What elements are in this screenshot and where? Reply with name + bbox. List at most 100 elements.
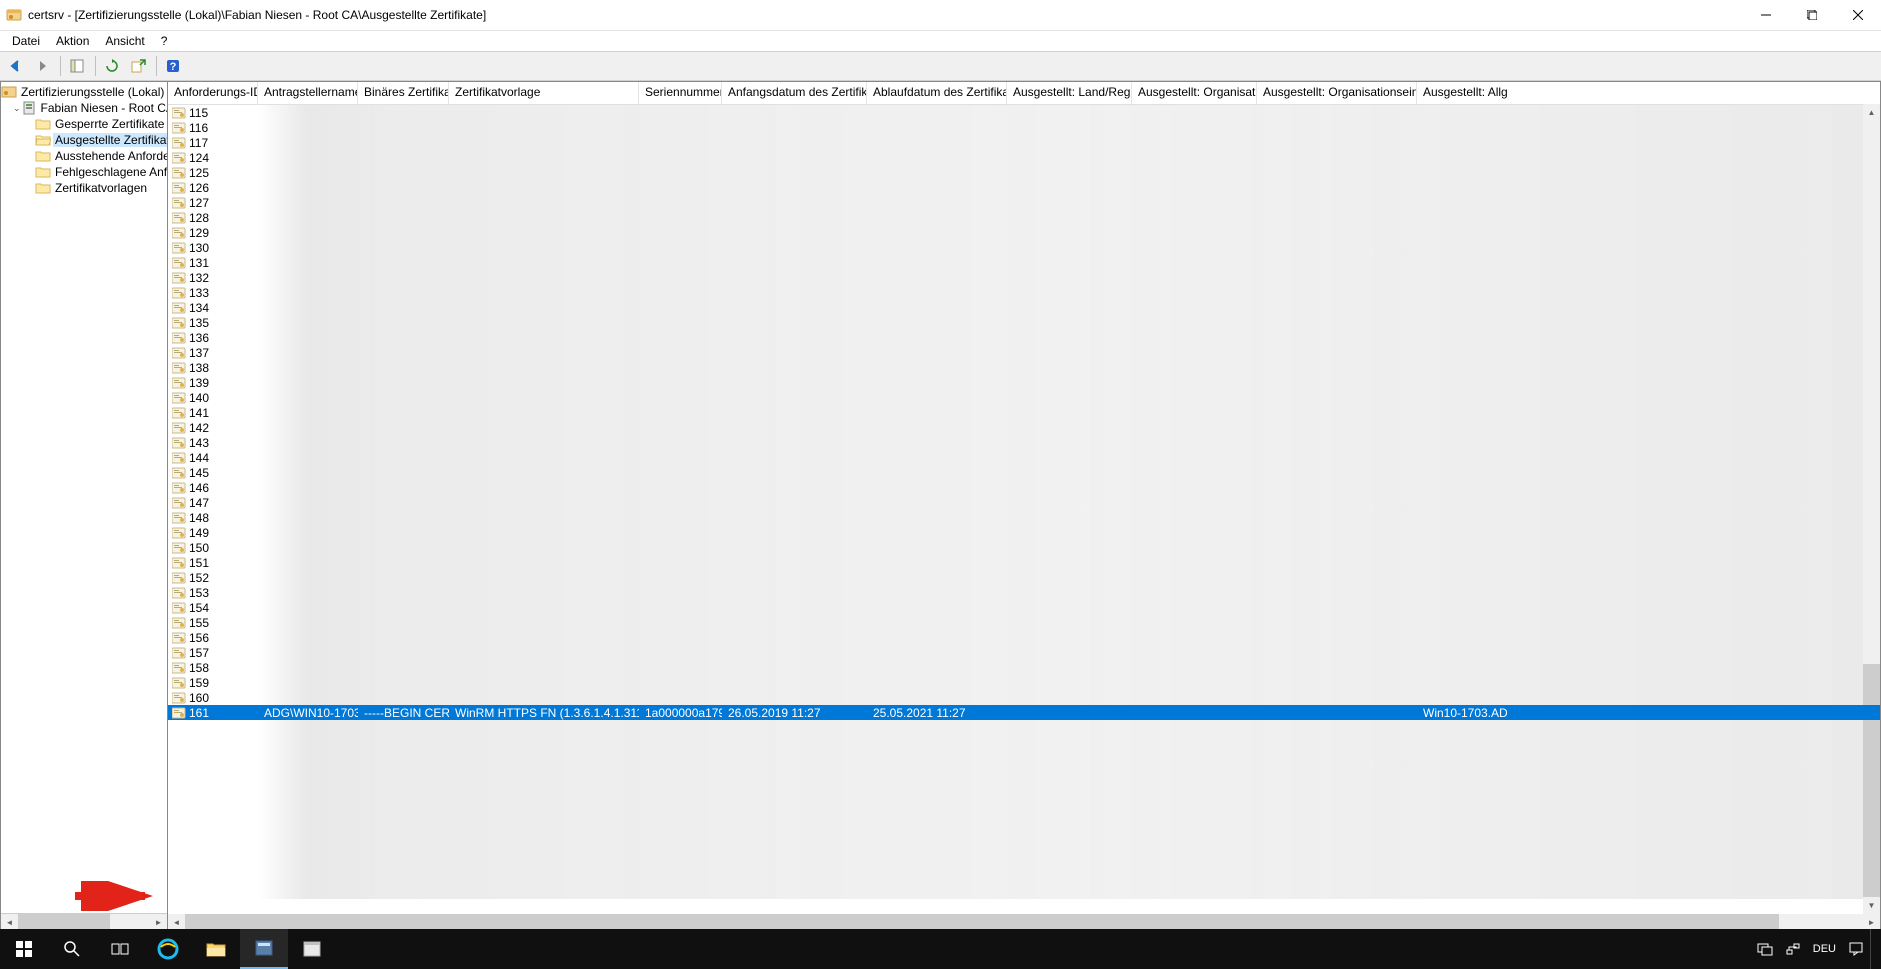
- table-row[interactable]: 147: [168, 495, 1880, 510]
- cell-request-id: 152: [168, 571, 258, 585]
- search-button[interactable]: [48, 929, 96, 969]
- maximize-button[interactable]: [1789, 0, 1835, 30]
- table-row[interactable]: 139: [168, 375, 1880, 390]
- table-row[interactable]: 159: [168, 675, 1880, 690]
- column-header[interactable]: Ablaufdatum des Zertifikats: [867, 82, 1007, 104]
- table-row[interactable]: 129: [168, 225, 1880, 240]
- table-row[interactable]: 140: [168, 390, 1880, 405]
- table-row[interactable]: 117: [168, 135, 1880, 150]
- menu-help[interactable]: ?: [153, 32, 176, 50]
- table-row[interactable]: 128: [168, 210, 1880, 225]
- table-row[interactable]: 131: [168, 255, 1880, 270]
- twisty-icon[interactable]: ⌄: [13, 103, 21, 114]
- table-row[interactable]: 127: [168, 195, 1880, 210]
- column-header[interactable]: Anfangsdatum des Zertifikats: [722, 82, 867, 104]
- table-row[interactable]: 130: [168, 240, 1880, 255]
- column-header[interactable]: Antragstellername: [258, 82, 358, 104]
- table-row[interactable]: 134: [168, 300, 1880, 315]
- table-row[interactable]: 143: [168, 435, 1880, 450]
- certificate-icon: [172, 617, 186, 629]
- table-row[interactable]: 158: [168, 660, 1880, 675]
- table-row[interactable]: 133: [168, 285, 1880, 300]
- table-row[interactable]: 137: [168, 345, 1880, 360]
- table-row[interactable]: 146: [168, 480, 1880, 495]
- column-header[interactable]: Binäres Zertifikat: [358, 82, 449, 104]
- table-row[interactable]: 115: [168, 105, 1880, 120]
- certificate-icon: [172, 482, 186, 494]
- table-row[interactable]: 157: [168, 645, 1880, 660]
- export-list-button[interactable]: [126, 54, 150, 78]
- table-row[interactable]: 148: [168, 510, 1880, 525]
- column-header[interactable]: Ausgestellt: Allge: [1417, 82, 1507, 104]
- table-row[interactable]: 155: [168, 615, 1880, 630]
- column-header[interactable]: Zertifikatvorlage: [449, 82, 639, 104]
- table-row[interactable]: 124: [168, 150, 1880, 165]
- refresh-button[interactable]: [100, 54, 124, 78]
- table-row[interactable]: 125: [168, 165, 1880, 180]
- task-view-button[interactable]: [96, 929, 144, 969]
- menu-file[interactable]: Datei: [4, 32, 48, 50]
- tree-node-issued[interactable]: Ausgestellte Zertifikate: [1, 132, 167, 148]
- certificate-icon: [172, 527, 186, 539]
- cell-request-id: 157: [168, 646, 258, 660]
- table-row[interactable]: 116: [168, 120, 1880, 135]
- column-header[interactable]: Anforderungs-ID: [168, 82, 258, 104]
- taskbar-ie[interactable]: [144, 929, 192, 969]
- table-row[interactable]: 150: [168, 540, 1880, 555]
- table-row[interactable]: 141: [168, 405, 1880, 420]
- cell-request-id: 124: [168, 151, 258, 165]
- table-row[interactable]: 144: [168, 450, 1880, 465]
- table-row[interactable]: 132: [168, 270, 1880, 285]
- cell-request-id: 131: [168, 256, 258, 270]
- table-row[interactable]: 154: [168, 600, 1880, 615]
- tray-monitors-icon[interactable]: [1751, 929, 1779, 969]
- show-hide-tree-button[interactable]: [65, 54, 89, 78]
- cell-request-id: 146: [168, 481, 258, 495]
- forward-button[interactable]: [30, 54, 54, 78]
- menu-action[interactable]: Aktion: [48, 32, 97, 50]
- scroll-down-icon[interactable]: ▼: [1863, 897, 1880, 914]
- titlebar: certsrv - [Zertifizierungsstelle (Lokal)…: [0, 0, 1881, 31]
- tray-network-icon[interactable]: [1779, 929, 1807, 969]
- table-row[interactable]: 126: [168, 180, 1880, 195]
- minimize-button[interactable]: [1743, 0, 1789, 30]
- column-header[interactable]: Seriennummer: [639, 82, 722, 104]
- table-row[interactable]: 142: [168, 420, 1880, 435]
- table-row[interactable]: 152: [168, 570, 1880, 585]
- table-row[interactable]: 145: [168, 465, 1880, 480]
- cell: WinRM HTTPS FN (1.3.6.1.4.1.311.21.8.84.…: [449, 706, 639, 720]
- certificate-icon: [172, 437, 186, 449]
- tree-node-pending[interactable]: Ausstehende Anforderung: [1, 148, 167, 164]
- table-row[interactable]: 138: [168, 360, 1880, 375]
- taskbar-certsrv[interactable]: [240, 929, 288, 969]
- table-row[interactable]: 156: [168, 630, 1880, 645]
- tree-node-ca[interactable]: ⌄ Fabian Niesen - Root CA: [1, 100, 167, 116]
- table-row[interactable]: 149: [168, 525, 1880, 540]
- table-row[interactable]: 160: [168, 690, 1880, 705]
- taskbar-explorer[interactable]: [192, 929, 240, 969]
- menu-view[interactable]: Ansicht: [97, 32, 152, 50]
- tree-node-revoked[interactable]: Gesperrte Zertifikate: [1, 116, 167, 132]
- certificate-icon: [172, 467, 186, 479]
- taskbar-app[interactable]: [288, 929, 336, 969]
- column-header[interactable]: Ausgestellt: Organisation: [1132, 82, 1257, 104]
- back-button[interactable]: [4, 54, 28, 78]
- tree-node-root[interactable]: Zertifizierungsstelle (Lokal): [1, 84, 167, 100]
- table-row[interactable]: 136: [168, 330, 1880, 345]
- table-row[interactable]: 151: [168, 555, 1880, 570]
- table-row-selected[interactable]: 161ADG\WIN10-1703$-----BEGIN CERTI...Win…: [168, 705, 1880, 720]
- help-button[interactable]: ?: [161, 54, 185, 78]
- tray-notifications-icon[interactable]: [1842, 929, 1870, 969]
- tree-node-failed[interactable]: Fehlgeschlagene Anforder: [1, 164, 167, 180]
- table-row[interactable]: 135: [168, 315, 1880, 330]
- certificate-icon: [172, 422, 186, 434]
- close-button[interactable]: [1835, 0, 1881, 30]
- table-row[interactable]: 153: [168, 585, 1880, 600]
- column-header[interactable]: Ausgestellt: Land/Region: [1007, 82, 1132, 104]
- tray-language[interactable]: DEU: [1807, 929, 1842, 969]
- tree-node-templates[interactable]: Zertifikatvorlagen: [1, 180, 167, 196]
- cell: ADG\WIN10-1703$: [258, 706, 358, 720]
- column-header[interactable]: Ausgestellt: Organisationseinheit: [1257, 82, 1417, 104]
- show-desktop-button[interactable]: [1870, 929, 1877, 969]
- start-button[interactable]: [0, 929, 48, 969]
